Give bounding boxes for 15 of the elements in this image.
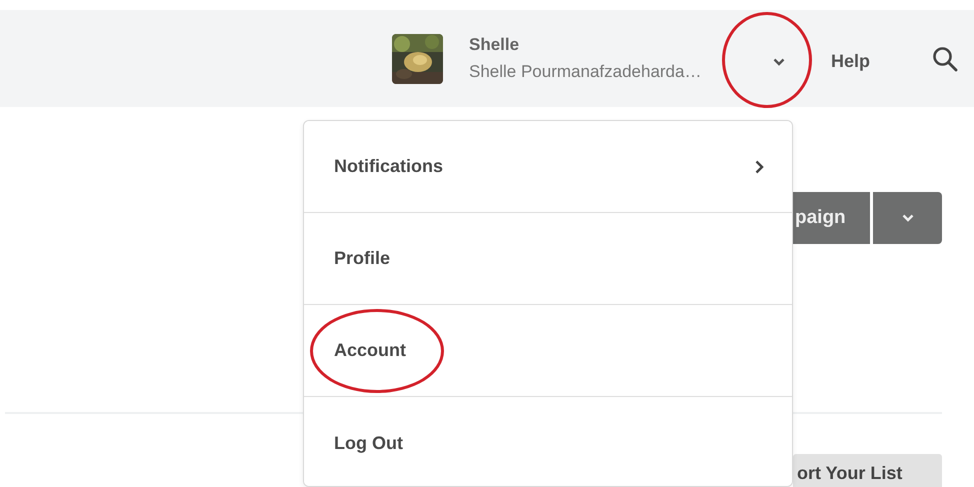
dropdown-toggle-button[interactable] — [873, 192, 942, 244]
user-name: Shelle — [468, 35, 520, 56]
menu-item[interactable]: Account — [304, 305, 792, 397]
search-icon — [932, 46, 958, 72]
menu-item[interactable]: Log Out — [304, 397, 792, 486]
campaign-button[interactable]: paign — [793, 192, 870, 244]
menu-item[interactable]: Profile — [304, 213, 792, 305]
search-button[interactable] — [932, 46, 958, 72]
chevron-down-icon — [902, 214, 914, 222]
chevron-down-icon — [772, 58, 785, 66]
chevron-right-icon — [755, 160, 764, 174]
user-full-name: Shelle Pourmanafzadeharda… — [468, 62, 702, 82]
import-button[interactable]: ort Your List — [793, 454, 942, 487]
menu-item[interactable]: Notifications — [304, 121, 792, 213]
help-link[interactable]: Help — [830, 48, 870, 75]
